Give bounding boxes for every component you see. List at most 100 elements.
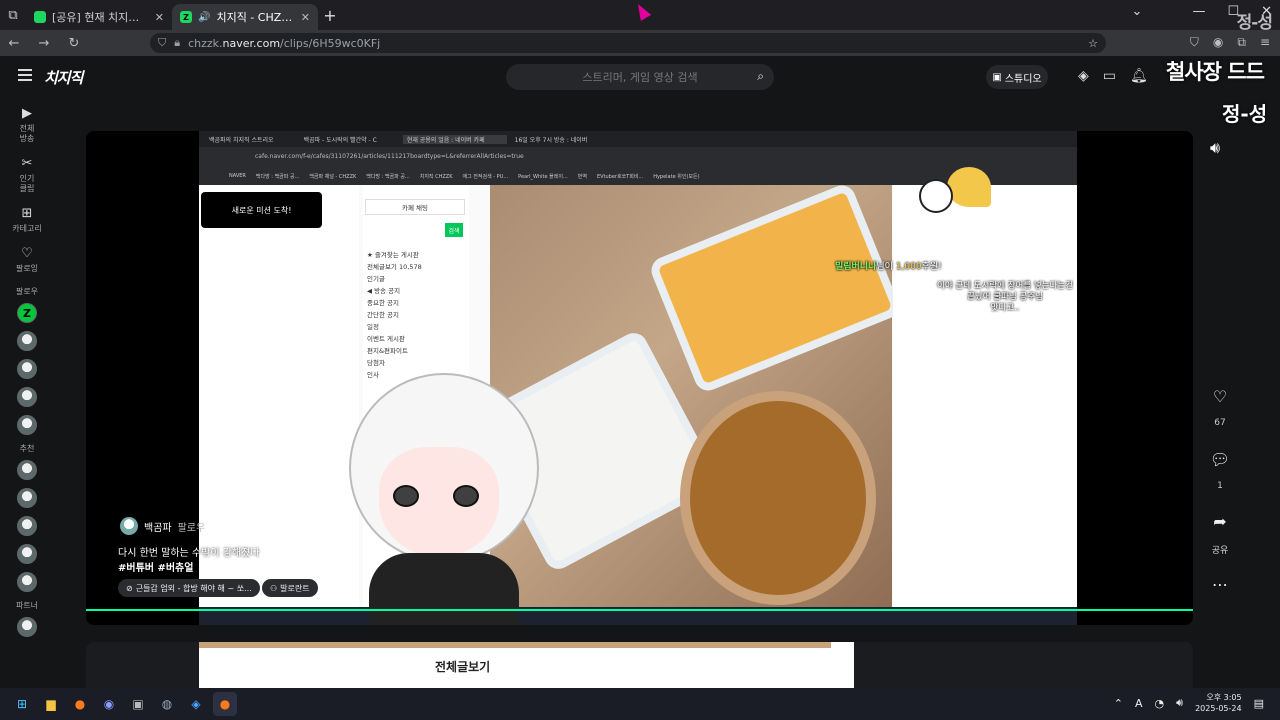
avatar[interactable] xyxy=(17,415,37,435)
search-icon[interactable]: ⌕ xyxy=(757,69,764,84)
menu-icon[interactable]: ≡ xyxy=(1260,35,1270,50)
avatar[interactable] xyxy=(17,544,37,564)
clip-video-frame: 백곰파의 치지직 스트리오 백곰파 - 도시락의 빨간약 - C 현재 공용의 … xyxy=(199,131,1077,625)
inner-tab: 백곰파의 치지직 스트리오 xyxy=(209,136,274,144)
shield-icon[interactable]: ⛉ xyxy=(158,36,166,50)
inner-tab: 현재 공용의 얼음 : 네이버 카페 xyxy=(402,134,507,144)
share-button[interactable]: ➦ 공유 xyxy=(1204,505,1236,557)
ticket-icon[interactable]: ▭ xyxy=(1103,68,1116,84)
more-button[interactable]: ⋯ xyxy=(1204,568,1236,606)
app-icon[interactable]: ◈ xyxy=(184,692,208,716)
close-icon[interactable]: ✕ xyxy=(301,11,310,24)
back-icon[interactable]: ← xyxy=(6,36,22,51)
clip-player[interactable]: 백곰파의 치지직 스트리오 백곰파 - 도시락의 빨간약 - C 현재 공용의 … xyxy=(86,131,1193,625)
clip-progress-bar[interactable] xyxy=(86,609,1193,611)
notification-bell-icon[interactable]: 🔔︎ xyxy=(1130,68,1148,84)
close-icon[interactable]: ✕ xyxy=(155,11,164,24)
clip-tags[interactable]: #버튜버 #버츄얼 xyxy=(118,559,193,574)
tab-actions-icon[interactable]: ⧉ xyxy=(0,2,26,28)
chip-label: 근들갑 엄외 - 합방 해야 해 ~ 쏘... xyxy=(135,583,252,593)
browser-tab-active[interactable]: Z 🔊 치지직 - CHZZK ✕ xyxy=(172,4,318,30)
avatar[interactable] xyxy=(17,488,37,508)
tray-chevron-icon[interactable]: ⌃ xyxy=(1114,697,1123,710)
branch-icon: ✂ xyxy=(21,156,33,171)
donation-message-line: 맛다고.. xyxy=(990,303,1020,313)
stream-overlay-text: 정-성 xyxy=(1222,102,1268,126)
url-field[interactable]: ⛉ 🔒︎ chzzk.naver.com/clips/6H59wc0KFj ☆ xyxy=(150,33,1106,53)
browser-tab[interactable]: [공유] 현재 치지직에 가장 핫한 ✕ xyxy=(26,4,172,30)
app-icon[interactable]: ▣ xyxy=(126,692,150,716)
hamburger-menu-icon[interactable] xyxy=(18,69,32,81)
avatar[interactable] xyxy=(17,460,37,480)
cheese-sticker xyxy=(947,167,991,207)
avatar[interactable]: Z xyxy=(17,303,37,323)
discord-icon[interactable]: ◉ xyxy=(97,692,121,716)
cafe-chat: 카페 채팅 xyxy=(365,199,465,215)
file-explorer-icon[interactable]: ▆ xyxy=(39,692,63,716)
firefox-icon[interactable]: ● xyxy=(68,692,92,716)
header-icons: ◈ ▭ 🔔︎ xyxy=(1078,68,1148,84)
heart-icon: ♡ xyxy=(1212,386,1228,406)
channel-name[interactable]: 백곰파 xyxy=(144,519,172,534)
bookmark: Pearl_White 플레이... xyxy=(518,174,568,180)
avatar[interactable] xyxy=(17,331,37,351)
speaker-icon[interactable]: 🔊 xyxy=(198,12,210,23)
windows-start-icon[interactable]: ⊞ xyxy=(10,692,34,716)
sidebar-item-clips[interactable]: ✂ 인기 클립 xyxy=(0,156,54,194)
inner-tab: 백곰파 - 도시락의 빨간약 - C xyxy=(303,136,377,144)
cafe-board-list: ★ 즐겨찾는 게시판 전체글보기 10,578 인기글 ◀ 방송 공지 중요한 … xyxy=(367,249,465,381)
firefox-active-icon[interactable]: ● xyxy=(213,692,237,716)
browser-toolbar-icons: ⛉ ◉ ⧉ ≡ xyxy=(1190,35,1270,50)
sidebar-item-label: 카테고리 xyxy=(12,224,42,233)
volume-icon[interactable]: 🔊︎ xyxy=(1176,696,1183,710)
mission-banner: 새로운 미션 도착! xyxy=(201,192,322,228)
avatar[interactable] xyxy=(120,517,138,535)
vtuber-eye xyxy=(393,485,419,507)
search-input[interactable]: 스트리머, 게임 영상 검색 ⌕ xyxy=(506,64,774,90)
reload-icon[interactable]: ↻ xyxy=(66,36,82,51)
cafe-board-item: 편지&편파이트 xyxy=(367,347,408,355)
lock-icon[interactable]: 🔒︎ xyxy=(174,36,180,50)
bookmark: 애그 전적검색 - PU... xyxy=(462,174,509,180)
avatar[interactable] xyxy=(17,516,37,536)
extensions-icon[interactable]: ⧉ xyxy=(1237,35,1246,50)
donation-name: 밀림버니나 xyxy=(835,262,877,272)
category-chip[interactable]: ⚇ 발로란트 xyxy=(262,579,318,597)
avatar[interactable] xyxy=(17,387,37,407)
next-clip-title: 전체글보기 xyxy=(435,660,491,674)
cafe-board-item: 간단한 공지 xyxy=(367,311,399,319)
avatar[interactable] xyxy=(17,617,37,637)
section-recommended: 추천 xyxy=(19,444,35,453)
pocket-icon[interactable]: ⛉ xyxy=(1190,35,1199,50)
avatar[interactable] xyxy=(17,359,37,379)
new-tab-button[interactable]: + xyxy=(318,3,342,27)
notification-icon[interactable]: ▤ xyxy=(1254,697,1264,710)
bookmark-star-icon[interactable]: ☆ xyxy=(1088,37,1098,50)
windows-taskbar: ⊞ ▆ ● ◉ ▣ ◍ ◈ ● ⌃ A ◔ 🔊︎ 오후 3:05 2025-05… xyxy=(0,688,1280,720)
game-pad-icon[interactable]: ◈ xyxy=(1078,68,1089,84)
chzzk-favicon-icon: Z xyxy=(180,11,192,23)
comment-button[interactable]: 💬︎ 1 xyxy=(1204,443,1236,492)
clock[interactable]: 오후 3:05 2025-05-24 xyxy=(1195,692,1242,714)
avatar[interactable] xyxy=(17,572,37,592)
sidebar-item-category[interactable]: ⊞ 카테고리 xyxy=(0,206,54,234)
wifi-icon[interactable]: ◔ xyxy=(1155,697,1165,710)
studio-button[interactable]: ▣ 스튜디오 xyxy=(986,65,1048,89)
account-icon[interactable]: ◉ xyxy=(1213,35,1223,50)
vtuber-eye xyxy=(453,485,479,507)
inner-tab: 16일 오후 7시 방송 : 네이버 xyxy=(514,136,588,144)
chzzk-logo[interactable]: 치지직 xyxy=(44,67,83,88)
sidebar-item-following[interactable]: ♡ 팔로잉 xyxy=(0,246,54,274)
follow-button[interactable]: 팔로우 xyxy=(178,519,206,534)
like-button[interactable]: ♡ 67 xyxy=(1204,380,1236,429)
next-clip-preview[interactable]: 전체글보기 xyxy=(86,642,1193,688)
forward-icon[interactable]: → xyxy=(36,36,52,51)
tab-list-icon[interactable]: ⌄ xyxy=(1132,4,1143,19)
related-clip-chip[interactable]: ⊘ 근들갑 엄외 - 합방 해야 해 ~ 쏘... xyxy=(118,579,260,597)
channel-info[interactable]: 백곰파 팔로우 xyxy=(120,517,205,535)
sidebar-item-live[interactable]: ▶ 전체 방송 xyxy=(0,106,54,144)
ime-indicator[interactable]: A xyxy=(1135,697,1143,710)
steam-icon[interactable]: ◍ xyxy=(155,692,179,716)
minimize-icon[interactable]: — xyxy=(1192,4,1205,19)
vtuber-body xyxy=(369,553,519,625)
